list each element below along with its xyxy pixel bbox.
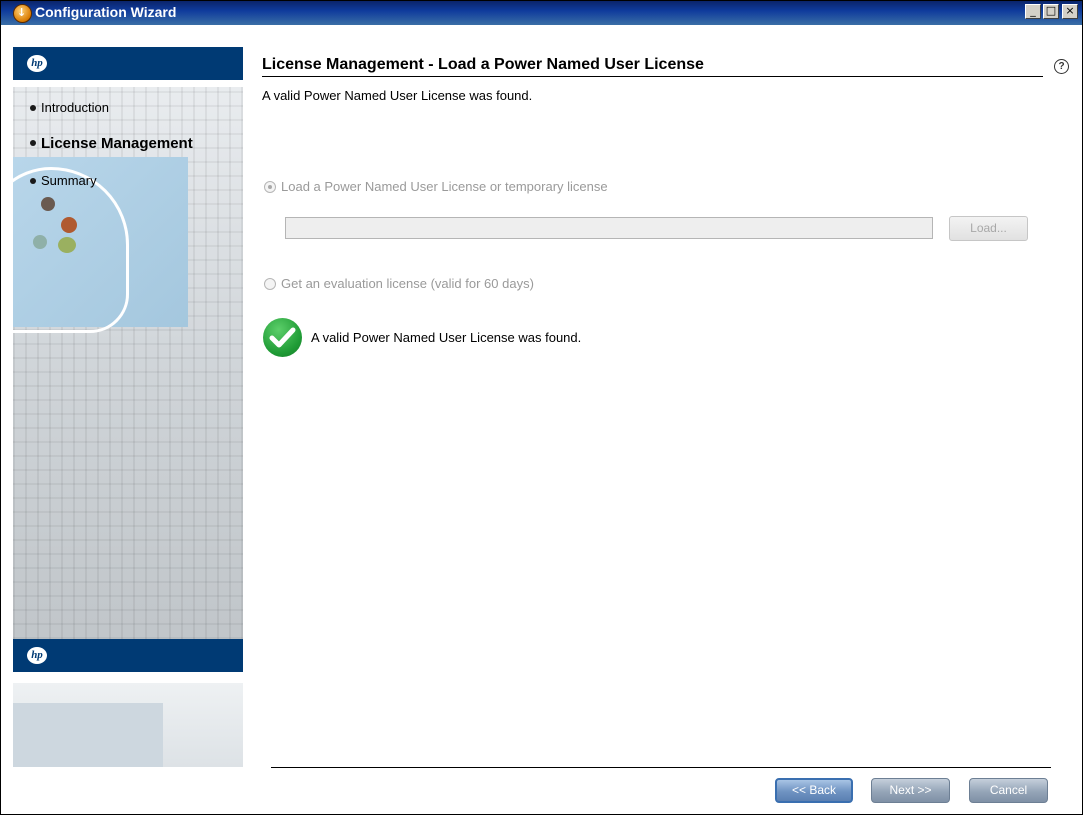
sidebar-bottom-image [13, 683, 243, 767]
status-message: A valid Power Named User License was fou… [311, 330, 582, 345]
bullet-icon [30, 177, 36, 184]
decor-dot [58, 237, 76, 253]
sidebar-item-label: Summary [41, 173, 97, 188]
hp-logo-banner-top: hp [13, 47, 243, 80]
radio-button-selected[interactable] [264, 180, 276, 193]
wizard-sidebar: hp hp [13, 47, 243, 767]
check-circle-icon [263, 318, 302, 357]
evaluation-license-label: Get an evaluation license (valid for 60 … [281, 276, 534, 291]
load-license-radio[interactable]: Load a Power Named User License or tempo… [264, 179, 608, 194]
next-button[interactable]: Next >> [871, 778, 950, 803]
window-title: Configuration Wizard [35, 4, 177, 20]
configuration-wizard-window: ↓ Configuration Wizard _ □ × hp hp Intro… [0, 0, 1083, 815]
app-icon: ↓ [13, 4, 32, 23]
close-button[interactable]: × [1062, 4, 1078, 19]
radio-button[interactable] [264, 277, 276, 290]
hp-logo-banner-bottom: hp [13, 639, 243, 672]
hp-logo-icon: hp [27, 647, 47, 664]
decor-dot [61, 217, 77, 233]
sidebar-item-label: Introduction [41, 100, 109, 115]
help-icon[interactable]: ? [1054, 59, 1069, 74]
page-title: License Management - Load a Power Named … [262, 56, 704, 73]
maximize-button[interactable]: □ [1043, 4, 1059, 19]
sidebar-item-summary[interactable]: Summary [30, 173, 97, 188]
decor-dot [41, 197, 55, 211]
minimize-button[interactable]: _ [1025, 4, 1041, 19]
load-license-label: Load a Power Named User License or tempo… [281, 179, 608, 194]
title-divider [262, 76, 1043, 77]
evaluation-license-radio[interactable]: Get an evaluation license (valid for 60 … [264, 276, 534, 291]
sidebar-item-label: License Management [41, 135, 193, 152]
back-button[interactable]: << Back [775, 778, 853, 803]
sidebar-item-introduction[interactable]: Introduction [30, 100, 109, 115]
bullet-icon [30, 104, 36, 111]
title-bar[interactable]: ↓ Configuration Wizard _ □ × [1, 1, 1082, 25]
bullet-icon [30, 140, 36, 147]
page-subtitle: A valid Power Named User License was fou… [262, 88, 533, 103]
cancel-button[interactable]: Cancel [969, 778, 1048, 803]
license-path-input[interactable] [285, 217, 933, 239]
decor-dot [33, 235, 47, 249]
sidebar-item-license-management[interactable]: License Management [30, 135, 193, 152]
footer-divider [271, 767, 1051, 768]
load-button[interactable]: Load... [949, 216, 1028, 241]
hp-logo-icon: hp [27, 55, 47, 72]
